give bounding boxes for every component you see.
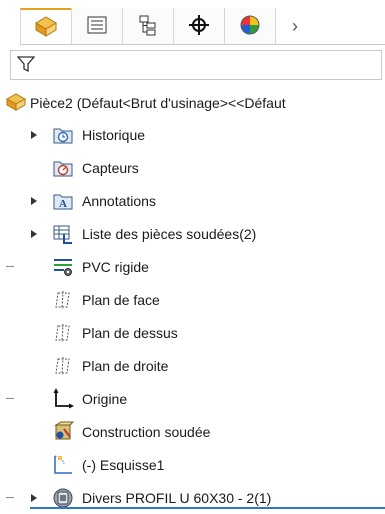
tree-item-structural-member[interactable]: Divers PROFIL U 60X30 - 2(1)	[0, 481, 385, 514]
filter-icon	[16, 55, 36, 76]
plane-icon	[52, 322, 74, 344]
material-icon	[52, 256, 74, 278]
tab-feature-manager[interactable]	[20, 8, 72, 44]
tree-item-label: (-) Esquisse1	[82, 456, 165, 473]
tree-item-label: Historique	[82, 126, 146, 143]
tab-dimxpert-manager[interactable]	[173, 8, 225, 44]
tab-display-manager[interactable]	[224, 8, 276, 44]
tree-item-top-plane[interactable]: Plan de dessus	[0, 316, 385, 349]
tab-configuration-manager[interactable]	[122, 8, 174, 44]
property-list-icon	[86, 15, 108, 38]
cut-list-icon	[52, 223, 74, 245]
sensor-icon	[52, 157, 74, 179]
appearance-icon	[239, 14, 261, 39]
tree-item-front-plane[interactable]: Plan de face	[0, 283, 385, 316]
selection-indicator	[30, 507, 385, 509]
tree-item-label: Plan de droite	[82, 357, 169, 374]
sketch-icon	[52, 454, 74, 476]
more-tabs-button[interactable]: ›	[275, 8, 315, 44]
tree-item-label: PVC rigide	[82, 258, 149, 275]
tree-item-label: Plan de face	[82, 291, 160, 308]
tree-item-sketch1[interactable]: (-) Esquisse1	[0, 448, 385, 481]
tree-item-label: Origine	[82, 390, 128, 407]
origin-icon	[52, 387, 74, 410]
history-icon	[52, 124, 74, 146]
feature-tree: Historique Capteurs A Annotations Liste …	[0, 118, 385, 514]
tree-item-label: Construction soudée	[82, 423, 211, 440]
part-root-label: Pièce2 (Défaut<Brut d'usinage><<Défaut	[30, 95, 286, 111]
tree-item-label: Annotations	[82, 192, 156, 209]
tree-item-origin[interactable]: Origine	[0, 382, 385, 415]
tree-item-capteurs[interactable]: Capteurs	[0, 151, 385, 184]
tree-item-label: Plan de dessus	[82, 324, 178, 341]
crosshair-icon	[188, 14, 210, 39]
tree-guide-tick	[6, 398, 14, 399]
expand-caret-icon[interactable]	[29, 196, 39, 206]
tree-item-material[interactable]: PVC rigide	[0, 250, 385, 283]
expand-caret-icon[interactable]	[29, 229, 39, 239]
weldment-icon	[52, 421, 74, 443]
annotations-icon: A	[52, 190, 74, 212]
tree-item-label: Divers PROFIL U 60X30 - 2(1)	[82, 489, 272, 506]
tree-item-right-plane[interactable]: Plan de droite	[0, 349, 385, 382]
feature-filter-input[interactable]	[10, 50, 382, 80]
tree-item-label: Capteurs	[82, 159, 139, 176]
plane-icon	[52, 355, 74, 377]
part-icon	[6, 92, 27, 114]
tree-item-cut-list[interactable]: Liste des pièces soudées(2)	[0, 217, 385, 250]
chevron-right-icon: ›	[292, 15, 298, 36]
expand-caret-icon[interactable]	[29, 493, 39, 503]
tree-item-historique[interactable]: Historique	[0, 118, 385, 151]
manager-tab-bar: ›	[20, 8, 385, 45]
svg-text:A: A	[59, 198, 67, 210]
expand-caret-icon[interactable]	[29, 130, 39, 140]
tree-guide-tick	[6, 497, 14, 498]
feature-tree-icon	[34, 15, 58, 40]
part-root-node[interactable]: Pièce2 (Défaut<Brut d'usinage><<Défaut	[6, 90, 385, 116]
tree-guide-tick	[6, 266, 14, 267]
structural-member-icon	[52, 487, 74, 509]
tab-property-manager[interactable]	[71, 8, 123, 44]
tree-item-label: Liste des pièces soudées(2)	[82, 225, 257, 242]
plane-icon	[52, 289, 74, 311]
configuration-icon	[137, 14, 159, 39]
tree-item-weldment[interactable]: Construction soudée	[0, 415, 385, 448]
tree-item-annotations[interactable]: A Annotations	[0, 184, 385, 217]
